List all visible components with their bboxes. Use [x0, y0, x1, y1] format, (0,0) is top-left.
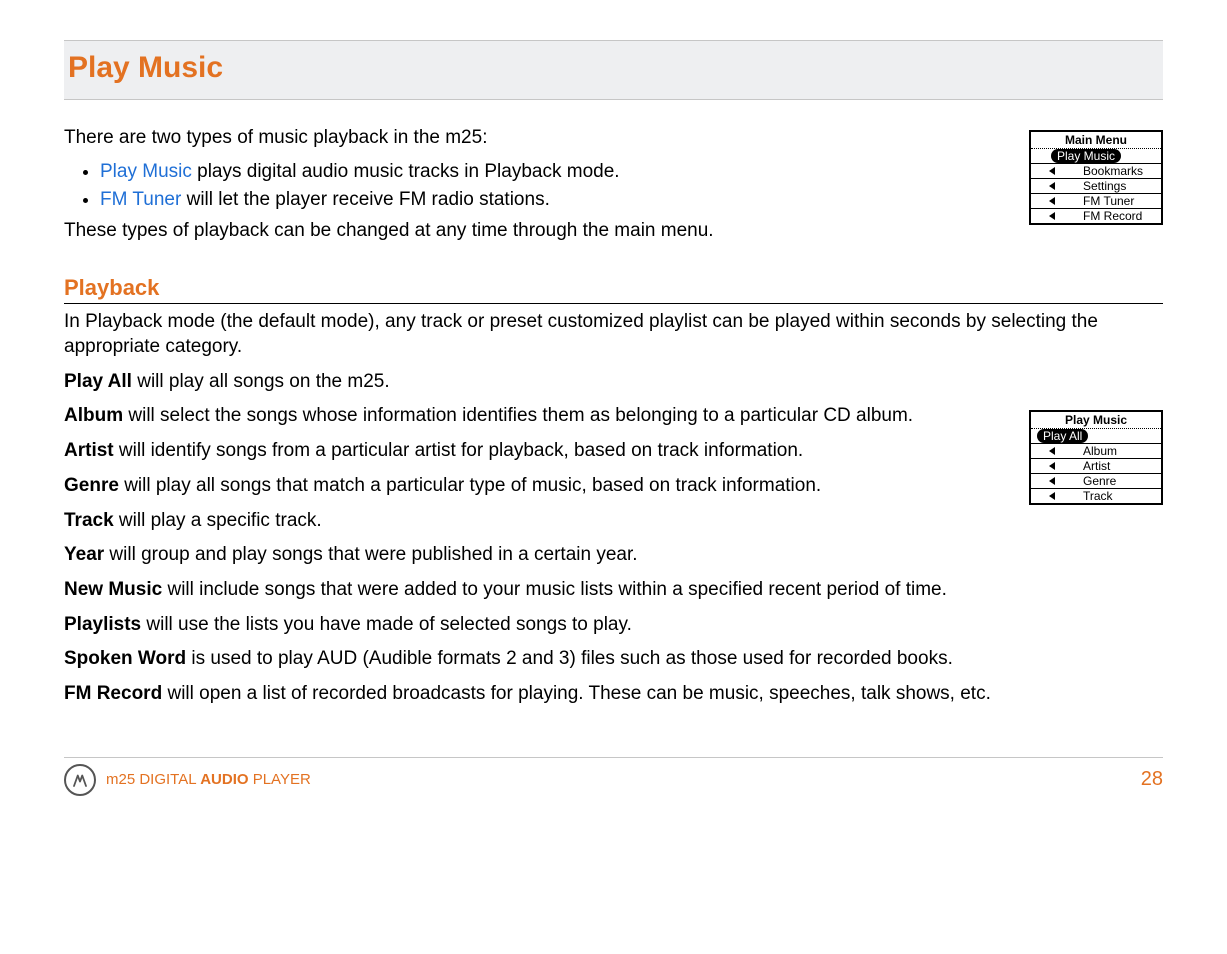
chevron-left-icon: [1049, 167, 1055, 175]
device-menu-row: FM Record: [1031, 209, 1161, 223]
list-item: Play Music plays digital audio music tra…: [100, 161, 1163, 183]
bullet-list: Play Music plays digital audio music tra…: [100, 161, 1163, 211]
device-menu-header: Main Menu: [1031, 132, 1161, 149]
chevron-left-icon: [1049, 462, 1055, 470]
footer-brand: m25 DIGITAL AUDIO PLAYER: [106, 771, 311, 788]
play-music-illustration: Play Music Play All Album Artist Genre T…: [1029, 410, 1163, 505]
device-menu-row: Genre: [1031, 474, 1161, 489]
page-title: Play Music: [68, 51, 1159, 85]
playback-heading: Playback: [64, 275, 1163, 304]
list-item-text: will let the player receive FM radio sta…: [181, 189, 550, 210]
page-footer: m25 DIGITAL AUDIO PLAYER 28: [64, 764, 1163, 806]
play-music-link[interactable]: Play Music: [100, 161, 192, 182]
definition: Year will group and play songs that were…: [64, 543, 1163, 568]
device-menu-row: FM Tuner: [1031, 194, 1161, 209]
list-item: FM Tuner will let the player receive FM …: [100, 189, 1163, 211]
definition: Track will play a specific track.: [64, 509, 1163, 534]
device-menu-row: Play Music: [1031, 149, 1161, 164]
fm-tuner-link[interactable]: FM Tuner: [100, 189, 181, 210]
playback-intro: In Playback mode (the default mode), any…: [64, 310, 1163, 359]
chevron-left-icon: [1049, 492, 1055, 500]
definition: Genre will play all songs that match a p…: [64, 474, 1163, 499]
page-number: 28: [1141, 768, 1163, 791]
device-menu-header: Play Music: [1031, 412, 1161, 429]
title-band: Play Music: [64, 40, 1163, 100]
chevron-left-icon: [1049, 182, 1055, 190]
device-menu-row: Play All: [1031, 429, 1161, 444]
device-menu-row: Track: [1031, 489, 1161, 503]
definition: New Music will include songs that were a…: [64, 578, 1163, 603]
footer-divider: [64, 757, 1163, 758]
device-menu-row: Album: [1031, 444, 1161, 459]
definition: Spoken Word is used to play AUD (Audible…: [64, 647, 1163, 672]
main-menu-illustration: Main Menu Play Music Bookmarks Settings …: [1029, 130, 1163, 225]
device-menu-row: Settings: [1031, 179, 1161, 194]
definition: FM Record will open a list of recorded b…: [64, 682, 1163, 707]
definition: Playlists will use the lists you have ma…: [64, 613, 1163, 638]
device-menu-row: Bookmarks: [1031, 164, 1161, 179]
definition: Artist will identify songs from a partic…: [64, 439, 1163, 464]
chevron-left-icon: [1049, 212, 1055, 220]
list-item-text: plays digital audio music tracks in Play…: [192, 161, 620, 182]
definition: Play All will play all songs on the m25.: [64, 370, 1163, 395]
definition: Album will select the songs whose inform…: [64, 404, 1163, 429]
intro-text: There are two types of music playback in…: [64, 126, 1163, 151]
device-menu-row: Artist: [1031, 459, 1161, 474]
intro-text-2: These types of playback can be changed a…: [64, 219, 1163, 244]
motorola-logo-icon: [64, 764, 96, 796]
chevron-left-icon: [1049, 477, 1055, 485]
chevron-left-icon: [1049, 197, 1055, 205]
chevron-left-icon: [1049, 447, 1055, 455]
